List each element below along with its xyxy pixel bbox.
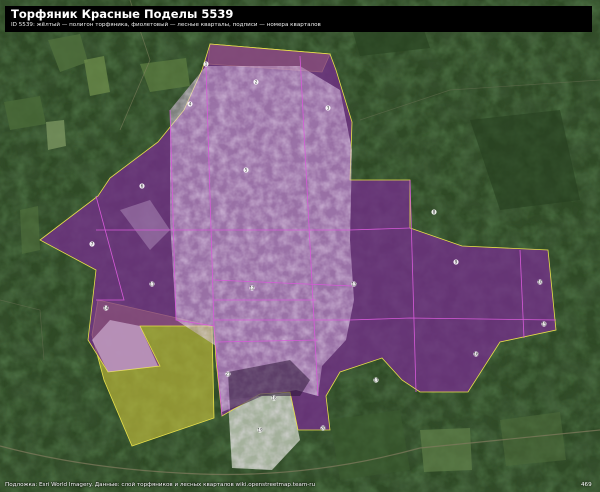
quarter-number: 18 bbox=[271, 396, 277, 401]
quarter-number: 13 bbox=[351, 282, 357, 287]
quarter-number: 15 bbox=[541, 322, 547, 327]
quarter-label-9: 9 bbox=[453, 259, 459, 265]
quarter-label-21: 21 bbox=[225, 371, 231, 377]
quarter-number: 2 bbox=[255, 80, 258, 85]
quarter-number: 19 bbox=[257, 428, 263, 433]
quarter-label-15: 15 bbox=[541, 321, 547, 327]
map-view[interactable]: 1 2 3 4 5 6 7 8 9 10 11 12 13 14 15 16 17 18 19 20 21 Торфян… bbox=[0, 0, 600, 492]
quarter-number: 1 bbox=[205, 62, 208, 67]
quarter-label-7: 7 bbox=[89, 241, 95, 247]
quarter-number: 20 bbox=[320, 426, 326, 431]
map-attribution: Подложка: Esri World Imagery. Данные: сл… bbox=[5, 482, 316, 488]
quarter-label-5: 5 bbox=[243, 167, 249, 173]
quarter-label-14: 14 bbox=[103, 305, 109, 311]
quarter-label-10: 10 bbox=[537, 279, 543, 285]
quarter-label-8: 8 bbox=[431, 209, 437, 215]
quarter-number: 3 bbox=[327, 106, 330, 111]
field-patch bbox=[420, 428, 472, 472]
field-patch bbox=[46, 120, 66, 150]
quarter-number: 9 bbox=[455, 260, 458, 265]
quarter-label-11: 11 bbox=[149, 281, 155, 287]
quarter-number: 4 bbox=[189, 102, 192, 107]
quarter-label-20: 20 bbox=[320, 425, 326, 431]
quarter-label-12: 12 bbox=[249, 285, 255, 291]
map-subtitle: ID 5539: жёлтый — полигон торфяника, фио… bbox=[11, 22, 321, 28]
quarter-label-6: 6 bbox=[139, 183, 145, 189]
quarter-number: 14 bbox=[103, 306, 109, 311]
field-patch bbox=[4, 96, 46, 130]
quarter-number: 8 bbox=[433, 210, 436, 215]
quarter-label-1: 1 bbox=[203, 61, 209, 67]
quarter-number: 21 bbox=[225, 372, 231, 377]
quarter-number: 17 bbox=[373, 378, 379, 383]
quarter-label-16: 16 bbox=[473, 351, 479, 357]
map-canvas[interactable]: 12345678910111213141516171819 2021 bbox=[0, 0, 600, 492]
map-title: Торфяник Красные Поделы 5539 bbox=[11, 7, 234, 21]
forest-dark bbox=[330, 410, 410, 480]
map-title-box: Торфяник Красные Поделы 5539 ID 5539: жё… bbox=[5, 6, 592, 32]
quarter-number: 5 bbox=[245, 168, 248, 173]
field-patch bbox=[20, 206, 40, 254]
quarter-label-13: 13 bbox=[351, 281, 357, 287]
quarter-number: 10 bbox=[537, 280, 543, 285]
quarter-number: 16 bbox=[473, 352, 479, 357]
quarter-number: 11 bbox=[149, 282, 155, 287]
quarter-label-19: 19 bbox=[257, 427, 263, 433]
quarter-label-2: 2 bbox=[253, 79, 259, 85]
quarter-label-3: 3 bbox=[325, 105, 331, 111]
quarter-number: 7 bbox=[91, 242, 94, 247]
quarter-label-18: 18 bbox=[271, 395, 277, 401]
quarter-label-17: 17 bbox=[373, 377, 379, 383]
quarter-label-4: 4 bbox=[187, 101, 193, 107]
quarter-number: 6 bbox=[141, 184, 144, 189]
page-number: 469 bbox=[581, 482, 592, 488]
quarter-number: 12 bbox=[249, 286, 255, 291]
